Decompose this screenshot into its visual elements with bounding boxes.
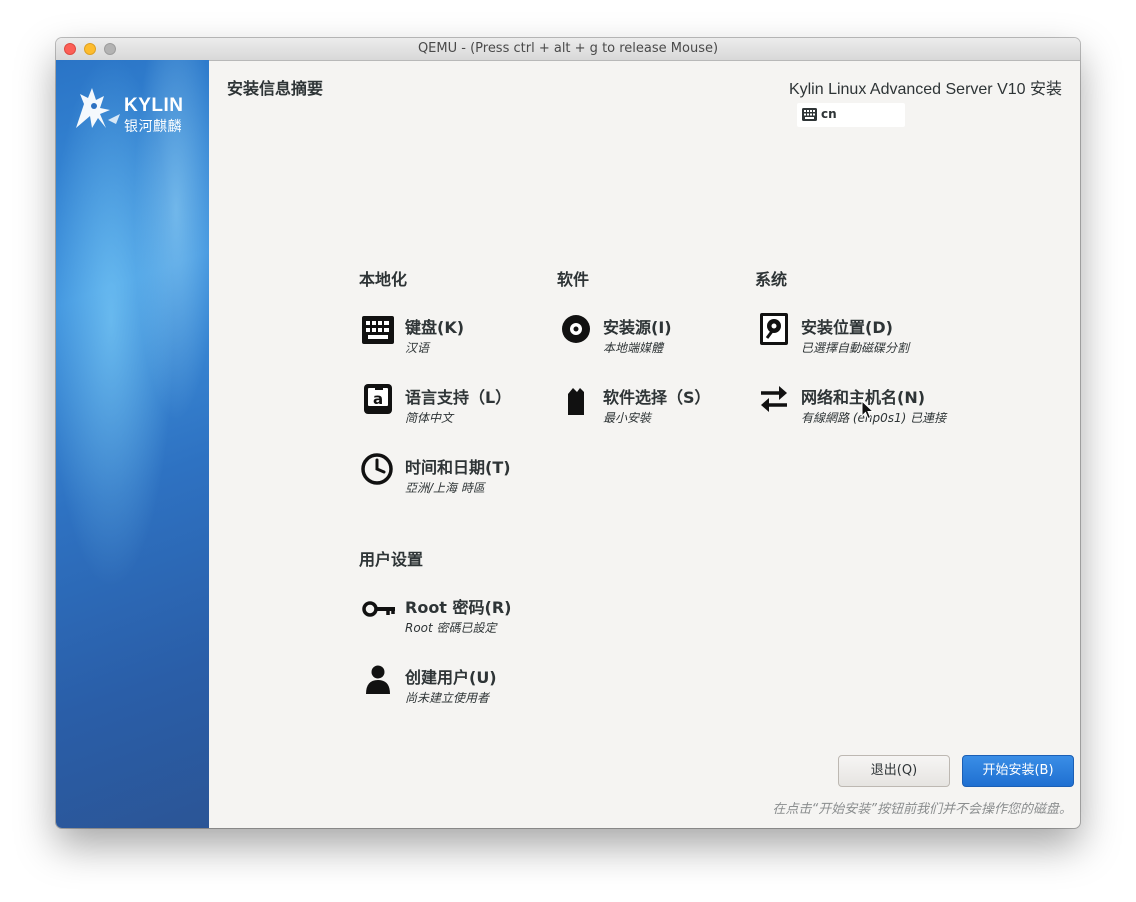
spoke-time-date-status: 亞洲/上海 時區	[405, 481, 485, 495]
mouse-cursor-icon	[861, 400, 875, 420]
network-transfer-icon	[761, 386, 787, 412]
svg-text:a: a	[373, 390, 383, 408]
spoke-keyboard[interactable]: 键盘(K) 汉语	[361, 312, 551, 366]
disc-icon	[562, 315, 590, 343]
spoke-time-date-title: 时间和日期(T)	[405, 458, 511, 477]
spoke-create-user[interactable]: 创建用户(U) 尚未建立使用者	[361, 662, 551, 716]
section-software-title: 软件	[557, 270, 590, 289]
page-title: 安装信息摘要	[227, 79, 324, 98]
spoke-time-date[interactable]: 时间和日期(T) 亞洲/上海 時區	[361, 452, 551, 506]
spoke-software-selection[interactable]: 软件选择（S） 最小安裝	[559, 382, 749, 436]
key-icon	[362, 601, 395, 617]
spoke-installation-destination[interactable]: 安装位置(D) 已選擇自動磁碟分割	[757, 312, 947, 366]
quit-button[interactable]: 退出(Q)	[838, 755, 950, 787]
spoke-installation-destination-title: 安装位置(D)	[801, 318, 893, 337]
spoke-software-selection-status: 最小安裝	[603, 411, 652, 425]
spoke-software-selection-title: 软件选择（S）	[603, 388, 711, 407]
spoke-create-user-title: 创建用户(U)	[405, 668, 497, 687]
keyboard-layout-label: cn	[821, 107, 837, 121]
spoke-keyboard-title: 键盘(K)	[405, 318, 465, 337]
spoke-installation-source-title: 安装源(I)	[603, 318, 672, 337]
package-icon	[568, 388, 584, 415]
spoke-installation-destination-status: 已選擇自動磁碟分割	[801, 341, 910, 355]
spoke-installation-source[interactable]: 安装源(I) 本地端媒體	[559, 312, 749, 366]
spoke-root-password-status: Root 密碼已設定	[405, 621, 497, 635]
harddisk-icon	[760, 313, 788, 345]
title-bar[interactable]: QEMU - (Press ctrl + alt + g to release …	[56, 38, 1080, 61]
spoke-installation-source-status: 本地端媒體	[603, 341, 664, 355]
installer-window: QEMU - (Press ctrl + alt + g to release …	[56, 38, 1080, 828]
spoke-keyboard-status: 汉语	[405, 341, 430, 355]
section-localization-title: 本地化	[359, 270, 408, 289]
spoke-create-user-status: 尚未建立使用者	[405, 691, 490, 705]
spoke-language[interactable]: a 语言支持（L） 简体中文	[361, 382, 551, 436]
disk-warning-text: 在点击“开始安装”按钮前我们并不会操作您的磁盘。	[772, 802, 1072, 817]
keyboard-icon	[362, 316, 394, 344]
logo-wordmark: KYLIN	[124, 95, 184, 116]
logo-chinese: 银河麒麟	[124, 119, 182, 135]
clock-icon	[361, 453, 393, 485]
keyboard-layout-indicator[interactable]: cn	[797, 103, 905, 127]
spoke-language-status: 简体中文	[405, 411, 454, 425]
begin-installation-button[interactable]: 开始安装(B)	[962, 755, 1074, 787]
section-system-title: 系统	[755, 270, 788, 289]
spoke-language-title: 语言支持（L）	[405, 388, 512, 407]
section-user-settings-title: 用户设置	[359, 550, 424, 569]
main-content: 安装信息摘要 Kylin Linux Advanced Server V10 安…	[209, 60, 1080, 828]
spoke-root-password-title: Root 密码(R)	[405, 598, 512, 617]
spoke-root-password[interactable]: Root 密码(R) Root 密碼已設定	[361, 592, 551, 646]
spoke-network-hostname[interactable]: 网络和主机名(N) 有線網路 (enp0s1) 已連接	[757, 382, 947, 436]
language-icon: a	[364, 384, 392, 414]
sidebar: KYLIN 银河麒麟	[56, 60, 209, 828]
user-icon	[366, 665, 390, 694]
product-title: Kylin Linux Advanced Server V10 安装	[788, 81, 1062, 98]
window-title: QEMU - (Press ctrl + alt + g to release …	[417, 41, 719, 56]
keyboard-icon	[802, 108, 817, 121]
